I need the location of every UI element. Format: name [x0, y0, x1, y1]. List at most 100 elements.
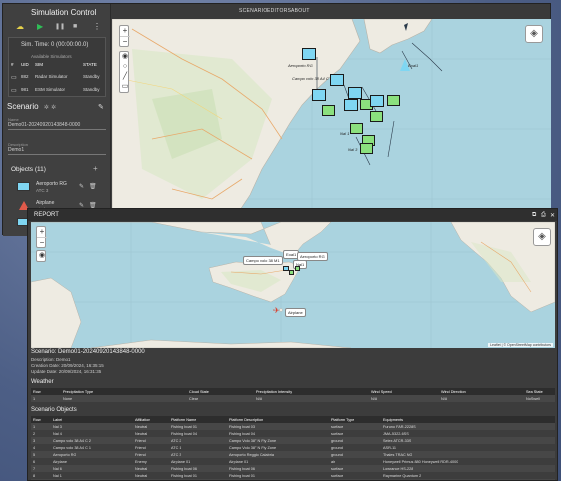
table-cell: Neutral	[135, 431, 148, 436]
add-object-icon[interactable]: +	[93, 164, 98, 173]
zoom-out-button[interactable]: −	[120, 36, 130, 46]
table-header-cell: Row	[33, 389, 41, 394]
copy-icon[interactable]: ⧉	[532, 212, 536, 219]
nav-editors[interactable]: EDITORS	[267, 8, 291, 14]
map-popup: Campo volo 38 M1	[243, 256, 283, 265]
scenario-name-field[interactable]: Demo01-20240920143848-0000	[8, 122, 106, 130]
line-icon[interactable]: ╱	[120, 72, 130, 82]
table-cell: Fishing boat 04	[171, 431, 197, 436]
report-locate-control: ◉	[36, 250, 46, 262]
table-cell: air	[331, 459, 336, 464]
zoom-in-button[interactable]: +	[37, 227, 47, 237]
cloud-upload-icon[interactable]: ☁	[16, 22, 24, 32]
report-map[interactable]: + − ◉ ◈ Campo volo 38 M1 Eoal1 Nal1 Aero…	[31, 222, 555, 348]
neutral-marker[interactable]	[289, 270, 294, 275]
table-cell: Honeywell Primus 880 Honeywell RDR-4000	[383, 459, 459, 464]
friendly-marker[interactable]	[302, 48, 316, 60]
table-row: 4 Campo volo 38 A4 C 1 Friend ATC 1 Campo Vo…	[31, 444, 555, 451]
table-cell: N/A	[371, 396, 378, 401]
table-cell: Aeroporto RG	[53, 452, 77, 457]
edit-icon[interactable]: ✎	[79, 183, 84, 190]
table-cell: ATC 3	[171, 452, 182, 457]
stop-icon[interactable]: ■	[73, 22, 77, 32]
table-cell: JMA-5322-6SS	[383, 431, 409, 436]
friendly-marker[interactable]	[370, 95, 384, 107]
table-cell: Airplane	[53, 459, 67, 464]
table-cell: Nal 1	[53, 473, 62, 478]
table-cell: Airplane 01	[229, 459, 249, 464]
object-item[interactable]: Aeroporto RG ATC 3 ✎ 🗑	[9, 179, 107, 199]
settings-icon[interactable]: ✲	[51, 105, 56, 111]
table-cell: ground	[331, 452, 343, 457]
zoom-in-button[interactable]: +	[120, 26, 130, 36]
friendly-marker[interactable]	[348, 87, 362, 99]
table-row: 1 None Clear N/A N/A N/A NoSwell	[31, 395, 555, 402]
table-cell: Fishing boat 01	[229, 473, 255, 478]
table-cell: Neutral	[135, 424, 148, 429]
delete-icon[interactable]: 🗑	[89, 183, 97, 190]
table-cell: ground	[331, 438, 343, 443]
edit-icon[interactable]: ✎	[98, 103, 104, 111]
friendly-marker[interactable]	[344, 99, 358, 111]
col-state: STATE	[83, 62, 97, 67]
table-cell: NoSwell	[526, 396, 540, 401]
friendly-marker[interactable]	[330, 74, 344, 86]
scenario-heading-text: Scenario	[7, 102, 39, 111]
nav-about[interactable]: ABOUT	[291, 8, 310, 14]
monitor-icon: ▭	[11, 88, 17, 94]
scenario-description-field[interactable]: Demo1	[8, 147, 106, 155]
neutral-marker[interactable]	[387, 95, 400, 106]
object-name: Airplane	[36, 200, 55, 206]
table-cell: ASR-11	[383, 445, 397, 450]
table-cell: Fishing boat 03	[229, 424, 255, 429]
table-cell: Lowrance HS-228	[383, 466, 414, 471]
table-header-cell: Label	[53, 417, 63, 422]
rectangle-icon[interactable]: ▭	[120, 82, 130, 92]
airplane-icon[interactable]: ✈	[273, 306, 280, 315]
neutral-marker[interactable]	[370, 111, 383, 122]
table-cell: Airplane 01	[171, 459, 191, 464]
pause-icon[interactable]: ❚❚	[55, 22, 65, 32]
zoom-out-button[interactable]: −	[37, 237, 47, 247]
table-cell: Neutral	[135, 473, 148, 478]
neutral-marker[interactable]	[295, 266, 300, 271]
layers-icon[interactable]: ◈	[533, 228, 551, 246]
neutral-marker[interactable]	[360, 143, 373, 154]
scenario-objects-heading: Scenario Objects	[31, 407, 77, 413]
sim-uid: 882	[21, 74, 29, 79]
available-simulators-label: Available Simulators	[31, 54, 72, 59]
nav-scenario[interactable]: SCENARIO	[239, 8, 268, 14]
table-cell: Aeroporto Reggio Calabria	[229, 452, 274, 457]
play-icon[interactable]: ▶	[37, 22, 43, 32]
more-vertical-icon[interactable]: ⋮	[93, 22, 101, 32]
sim-uid: 981	[21, 87, 29, 92]
table-row: 2 Nal 4 Neutral Fishing boat 04 Fishing boat…	[31, 430, 555, 437]
close-icon[interactable]: ✕	[550, 212, 555, 219]
table-cell: 4	[33, 445, 36, 450]
table-cell: surface	[331, 473, 344, 478]
report-map-canvas	[31, 222, 555, 348]
report-title-bar: REPORT ⧉ ⎙ ✕	[28, 209, 557, 221]
table-row: 5 Aeroporto RG Friend ATC 3 Aeroporto Reggio…	[31, 451, 555, 458]
target-icon[interactable]: ◉	[120, 52, 130, 62]
friendly-marker[interactable]	[312, 89, 326, 101]
table-cell: N/A	[256, 396, 263, 401]
sim-state: Standby	[83, 87, 100, 92]
table-row: 1 Nal 3 Neutral Fishing boat 01 Fishing boat…	[31, 423, 555, 430]
sim-state: Standby	[83, 74, 100, 79]
map-label: Campo volo 38 A4 C	[292, 76, 329, 81]
star-icon[interactable]: ✲	[44, 105, 49, 111]
monitor-icon: ▭	[11, 75, 17, 81]
circle-icon[interactable]: ○	[120, 62, 130, 72]
table-header-cell: Cloud State	[189, 389, 209, 394]
target-icon[interactable]: ◉	[37, 251, 47, 261]
layers-icon[interactable]: ◈	[525, 25, 543, 43]
table-cell: Campo Volo 38° N Fly Zone	[229, 445, 277, 450]
neutral-marker[interactable]	[350, 123, 363, 134]
scenario-map[interactable]: + − ◉ ○ ╱ ▭ ◈ Eoal1 Campo volo 38 A4 C N…	[112, 19, 551, 235]
neutral-marker[interactable]	[322, 105, 335, 116]
table-cell: ATC 2	[171, 438, 182, 443]
print-icon[interactable]: ⎙	[541, 212, 546, 219]
table-cell: Selex ATCR-33S	[383, 438, 412, 443]
sidebar: Simulation Control ☁ ▶ ❚❚ ■ ⋮ Sim. Time:…	[3, 4, 111, 236]
